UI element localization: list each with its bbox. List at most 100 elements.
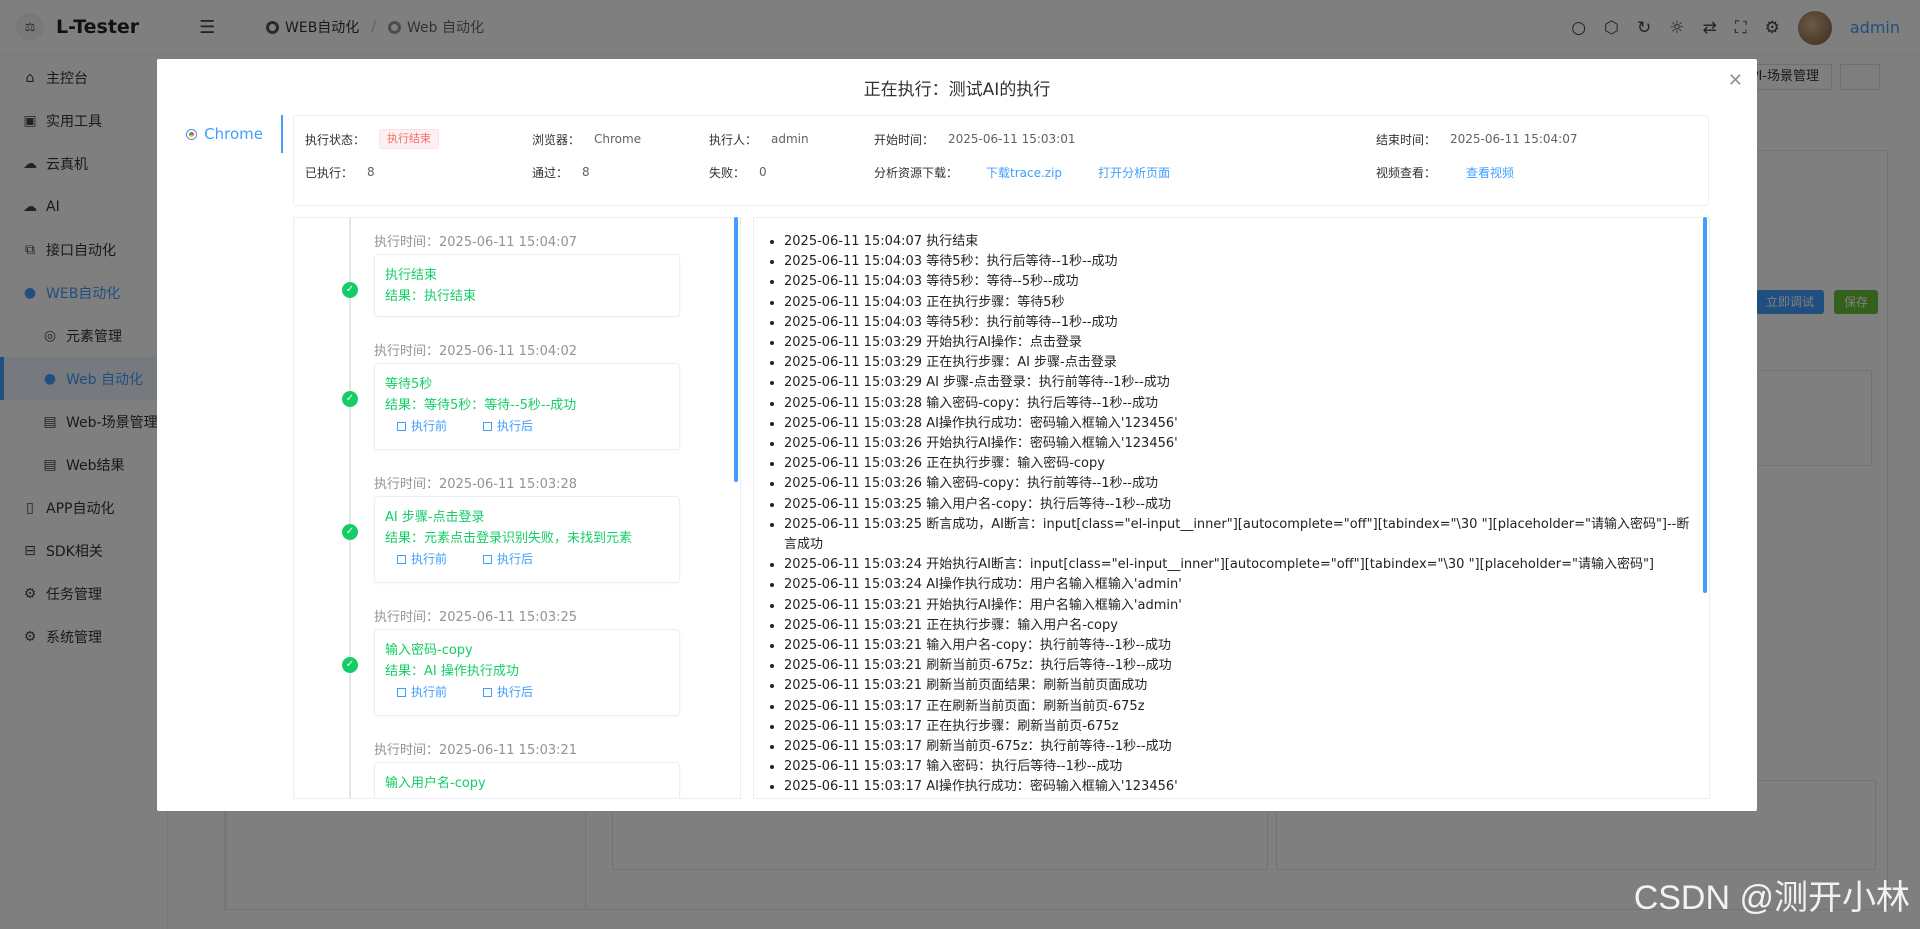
- log-entry: 2025-06-11 15:03:25 输入用户名-copy：执行后等待--1秒…: [784, 495, 1699, 515]
- image-icon: [397, 422, 406, 431]
- image-icon: [397, 688, 406, 697]
- timeline-title: 等待5秒: [385, 377, 433, 392]
- start-value: 2025-06-11 15:03:01: [948, 132, 1076, 146]
- failed-cell: 失败： 0: [709, 162, 767, 182]
- log-entry: 2025-06-11 15:03:21 刷新当前页-675z：执行后等待--1秒…: [784, 656, 1699, 676]
- log-entry: 2025-06-11 15:03:21 开始执行AI操作：用户名输入框输入'ad…: [784, 596, 1699, 616]
- chrome-icon: [187, 129, 197, 139]
- timeline-time: 执行时间：2025-06-11 15:03:28: [374, 477, 578, 492]
- executed-cell: 已执行： 8: [305, 162, 375, 182]
- failed-label: 失败：: [709, 165, 746, 180]
- timeline-result: 结果：AI 操作执行成功: [385, 664, 519, 679]
- timeline-actions: 执行前 执行后: [385, 416, 669, 437]
- timeline-card: 输入用户名-copy: [374, 762, 680, 798]
- log-entry: 2025-06-11 15:03:17 刷新当前页-675z：执行前等待--1秒…: [784, 737, 1699, 757]
- timeline-time: 执行时间：2025-06-11 15:03:25: [374, 610, 578, 625]
- status-cell: 执行状态： 执行结束: [305, 129, 440, 149]
- log-entry: 2025-06-11 15:04:03 正在执行步骤：等待5秒: [784, 293, 1699, 313]
- image-icon: [483, 555, 493, 564]
- log-entry: 2025-06-11 15:03:17 正在执行步骤：刷新当前页-675z: [784, 717, 1699, 737]
- log-entry: 2025-06-11 15:04:03 等待5秒：执行前等待--1秒--成功: [784, 313, 1699, 333]
- video-cell: 视频查看： 查看视频: [1376, 162, 1514, 182]
- check-icon: ✓: [342, 282, 358, 298]
- timeline-panel[interactable]: 执行时间：2025-06-11 15:04:07 ✓ 执行结束 结果：执行结束 …: [293, 217, 741, 799]
- timeline-scrollbar[interactable]: [734, 217, 738, 482]
- check-icon: ✓: [342, 657, 358, 673]
- log-scrollbar[interactable]: [1703, 217, 1707, 593]
- executor-label: 执行人：: [709, 132, 758, 147]
- image-icon: [483, 422, 493, 431]
- browser-tabs: Chrome: [175, 115, 283, 153]
- before-screenshot-link[interactable]: 执行前: [397, 549, 447, 570]
- video-label: 视频查看：: [1376, 165, 1437, 180]
- failed-value: 0: [759, 165, 767, 179]
- log-panel[interactable]: 2025-06-11 15:04:07 执行结束 2025-06-11 15:04…: [753, 217, 1710, 799]
- timeline-result: 结果：元素点击登录识别失败，未找到元素: [385, 531, 633, 546]
- browser-label: 浏览器：: [532, 132, 581, 147]
- passed-value: 8: [582, 165, 590, 179]
- passed-label: 通过：: [532, 165, 569, 180]
- watermark: CSDN @测开小林: [1633, 879, 1910, 917]
- end-label: 结束时间：: [1376, 132, 1437, 147]
- log-entry: 2025-06-11 15:03:26 开始执行AI操作：密码输入框输入'123…: [784, 434, 1699, 454]
- execution-info: 执行状态： 执行结束 浏览器： Chrome 执行人： admin 开始时间： …: [293, 115, 1709, 206]
- log-entry: 2025-06-11 15:03:17 输入密码：执行后等待--1秒--成功: [784, 757, 1699, 777]
- image-icon: [483, 688, 493, 697]
- close-icon[interactable]: ✕: [1728, 70, 1743, 91]
- executor-cell: 执行人： admin: [709, 129, 809, 149]
- end-value: 2025-06-11 15:04:07: [1450, 132, 1578, 146]
- timeline-result: 结果：执行结束: [385, 289, 477, 304]
- status-badge: 执行结束: [379, 129, 440, 149]
- log-entry: 2025-06-11 15:03:21 输入用户名-copy：执行前等待--1秒…: [784, 636, 1699, 656]
- log-entry: 2025-06-11 15:03:24 AI操作执行成功：用户名输入框输入'ad…: [784, 575, 1699, 595]
- timeline-line: [349, 218, 351, 798]
- download-label: 分析资源下载：: [874, 165, 959, 180]
- log-entry: 2025-06-11 15:03:21 刷新当前页面结果：刷新当前页面成功: [784, 676, 1699, 696]
- timeline-time: 执行时间：2025-06-11 15:04:02: [374, 344, 578, 359]
- after-screenshot-link[interactable]: 执行后: [483, 549, 533, 570]
- download-trace-link[interactable]: 下载trace.zip: [986, 164, 1062, 181]
- check-icon: ✓: [342, 391, 358, 407]
- tab-label: Chrome: [204, 125, 263, 143]
- log-entry: 2025-06-11 15:03:26 正在执行步骤：输入密码-copy: [784, 454, 1699, 474]
- open-analysis-link[interactable]: 打开分析页面: [1098, 164, 1170, 181]
- timeline-card: AI 步骤-点击登录 结果：元素点击登录识别失败，未找到元素 执行前 执行后: [374, 496, 680, 583]
- browser-cell: 浏览器： Chrome: [532, 129, 641, 149]
- timeline-result: 结果：等待5秒：等待--5秒--成功: [385, 398, 577, 413]
- before-screenshot-link[interactable]: 执行前: [397, 416, 447, 437]
- timeline-time: 执行时间：2025-06-11 15:03:21: [374, 743, 578, 758]
- dialog-title: 正在执行：测试AI的执行: [863, 80, 1051, 100]
- app-root: ⚖ L-Tester ☰ WEB自动化 / Web 自动化 ○ ⬡ ↻ ☼ ⇄ …: [0, 0, 1920, 929]
- download-cell: 分析资源下载： 下载trace.zip 打开分析页面: [874, 162, 1170, 182]
- passed-cell: 通过： 8: [532, 162, 590, 182]
- log-entry: 2025-06-11 15:03:28 AI操作执行成功：密码输入框输入'123…: [784, 414, 1699, 434]
- before-screenshot-link[interactable]: 执行前: [397, 682, 447, 703]
- timeline-title: 输入密码-copy: [385, 643, 473, 658]
- check-icon: ✓: [342, 524, 358, 540]
- log-entry: 2025-06-11 15:03:25 断言成功，AI断言：input[clas…: [784, 515, 1699, 555]
- view-video-link[interactable]: 查看视频: [1466, 164, 1514, 181]
- timeline-title: 执行结束: [385, 268, 438, 283]
- log-entry: 2025-06-11 15:03:17 正在刷新当前页面：刷新当前页-675z: [784, 697, 1699, 717]
- executed-label: 已执行：: [305, 165, 354, 180]
- start-cell: 开始时间： 2025-06-11 15:03:01: [874, 129, 1075, 149]
- timeline-title: AI 步骤-点击登录: [385, 510, 485, 525]
- log-list: 2025-06-11 15:04:07 执行结束 2025-06-11 15:04…: [754, 218, 1709, 798]
- timeline-card: 输入密码-copy 结果：AI 操作执行成功 执行前 执行后: [374, 629, 680, 716]
- log-entry: 2025-06-11 15:03:28 输入密码-copy：执行后等待--1秒-…: [784, 394, 1699, 414]
- after-screenshot-link[interactable]: 执行后: [483, 416, 533, 437]
- log-entry: 2025-06-11 15:03:26 输入密码-copy：执行前等待--1秒-…: [784, 474, 1699, 494]
- executor-value: admin: [771, 132, 809, 146]
- log-entry: 2025-06-11 15:03:29 开始执行AI操作：点击登录: [784, 333, 1699, 353]
- end-cell: 结束时间： 2025-06-11 15:04:07: [1376, 129, 1577, 149]
- tab-chrome[interactable]: Chrome: [175, 115, 281, 153]
- execution-dialog: 正在执行：测试AI的执行 ✕ Chrome 执行状态： 执行结束 浏览器： Ch…: [157, 59, 1757, 811]
- image-icon: [397, 555, 406, 564]
- executed-value: 8: [367, 165, 375, 179]
- start-label: 开始时间：: [874, 132, 935, 147]
- log-entry: 2025-06-11 15:03:17 AI操作执行成功：密码输入框输入'123…: [784, 777, 1699, 797]
- timeline-time: 执行时间：2025-06-11 15:04:07: [374, 235, 578, 250]
- after-screenshot-link[interactable]: 执行后: [483, 682, 533, 703]
- log-entry: 2025-06-11 15:03:29 AI 步骤-点击登录：执行前等待--1秒…: [784, 373, 1699, 393]
- log-entry: 2025-06-11 15:04:07 执行结束: [784, 232, 1699, 252]
